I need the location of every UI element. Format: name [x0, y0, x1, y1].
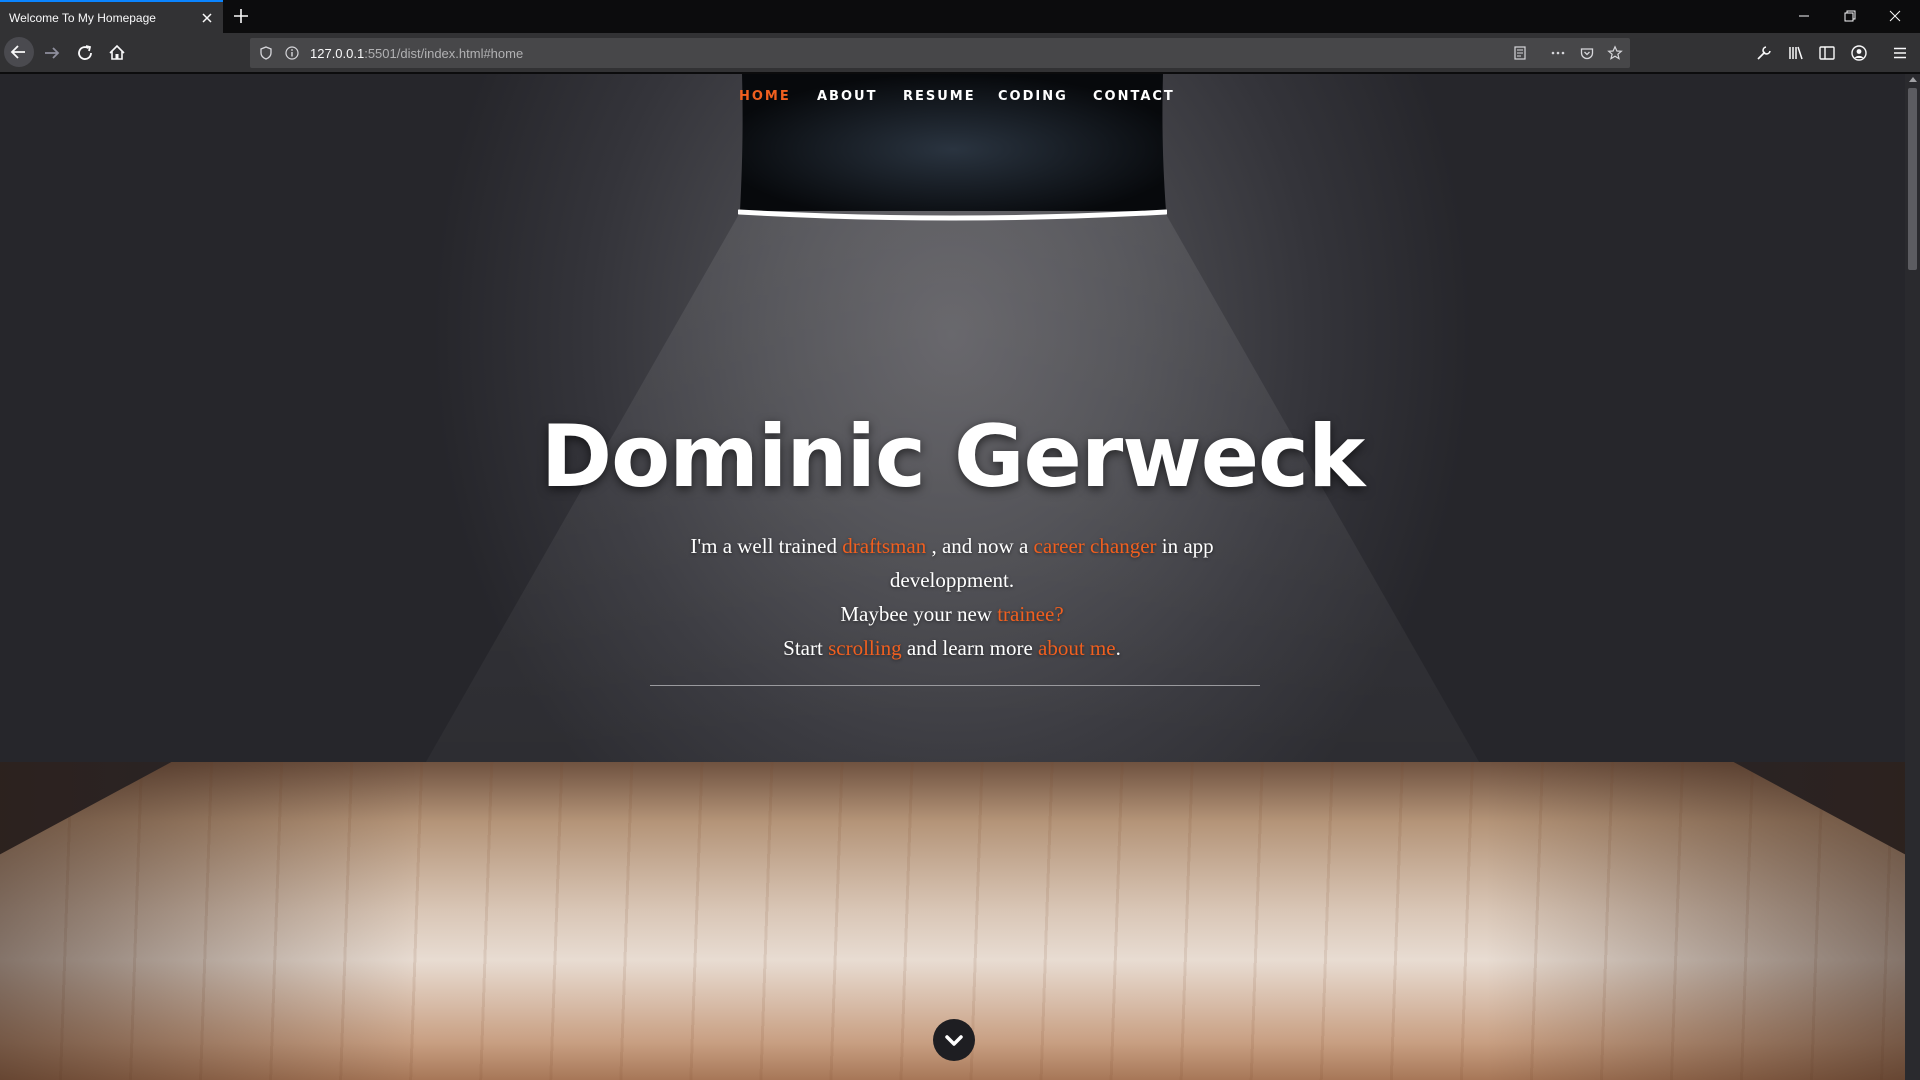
hero-intro-text: I'm a well trained draftsman , and now a…	[652, 529, 1252, 665]
highlight-career-changer: career changer	[1033, 534, 1157, 558]
browser-tab-active[interactable]: Welcome To My Homepage	[0, 0, 223, 33]
reload-icon[interactable]	[73, 41, 97, 65]
nav-home-link[interactable]: HOME	[739, 89, 791, 104]
intro-text-1: I'm a well trained	[690, 534, 843, 558]
home-icon[interactable]	[105, 41, 129, 65]
hamburger-menu-icon[interactable]	[1891, 44, 1909, 62]
hero-name-heading: Dominic Gerweck	[540, 407, 1365, 507]
reader-view-icon[interactable]	[1512, 45, 1528, 61]
minimize-icon[interactable]	[1794, 6, 1814, 26]
intro-text-4: Maybee your new	[840, 602, 998, 626]
restore-icon[interactable]	[1840, 6, 1860, 26]
highlight-scrolling: scrolling	[828, 636, 902, 660]
navigation-toolbar: 127.0.0.1:5501/dist/index.html#home	[0, 33, 1920, 73]
chevron-down-icon	[945, 1035, 963, 1046]
url-host: 127.0.0.1	[310, 46, 365, 61]
tracking-shield-icon[interactable]	[258, 45, 274, 61]
highlight-about-me: about me	[1038, 636, 1116, 660]
new-tab-plus-icon[interactable]	[232, 7, 250, 25]
tab-title: Welcome To My Homepage	[9, 11, 156, 25]
nav-about-link[interactable]: ABOUT	[817, 89, 877, 104]
url-bar[interactable]: 127.0.0.1:5501/dist/index.html#home	[250, 38, 1630, 68]
library-icon[interactable]	[1787, 44, 1805, 62]
site-info-icon[interactable]	[284, 45, 300, 61]
nav-resume-link[interactable]: RESUME	[903, 89, 976, 104]
close-tab-icon[interactable]	[199, 10, 215, 26]
account-icon[interactable]	[1850, 44, 1868, 62]
tab-bar: Welcome To My Homepage	[0, 0, 1920, 33]
highlight-trainee: trainee?	[997, 602, 1064, 626]
scroll-down-button[interactable]	[933, 1019, 975, 1061]
intro-text-6: and learn more	[901, 636, 1039, 660]
page-actions-menu-icon[interactable]	[1550, 45, 1566, 61]
page-scrollbar[interactable]	[1905, 74, 1920, 1080]
nav-contact-link[interactable]: CONTACT	[1093, 89, 1175, 104]
scrollbar-thumb[interactable]	[1908, 88, 1917, 270]
scroll-up-arrow-icon[interactable]	[1909, 77, 1917, 82]
main-navigation: HOME ABOUT RESUME CODING CONTACT	[0, 89, 1905, 111]
intro-text-7: .	[1115, 636, 1121, 660]
highlight-draftsman: draftsman	[842, 534, 927, 558]
sidebar-toggle-icon[interactable]	[1818, 44, 1836, 62]
intro-text-5: Start	[783, 636, 829, 660]
bookmark-star-icon[interactable]	[1607, 45, 1623, 61]
page-viewport: HOME ABOUT RESUME CODING CONTACT Dominic…	[0, 74, 1905, 1080]
forward-arrow-icon[interactable]	[40, 41, 64, 65]
hero-divider	[650, 685, 1260, 686]
intro-text-2: , and now a	[926, 534, 1034, 558]
nav-coding-link[interactable]: CODING	[998, 89, 1068, 104]
close-window-icon[interactable]	[1885, 6, 1905, 26]
developer-tools-wrench-icon[interactable]	[1755, 44, 1773, 62]
back-button[interactable]	[4, 37, 34, 67]
back-arrow-icon	[10, 45, 25, 59]
url-text[interactable]: 127.0.0.1:5501/dist/index.html#home	[310, 46, 523, 61]
pocket-icon[interactable]	[1579, 45, 1595, 61]
url-path: :5501/dist/index.html#home	[364, 46, 524, 61]
